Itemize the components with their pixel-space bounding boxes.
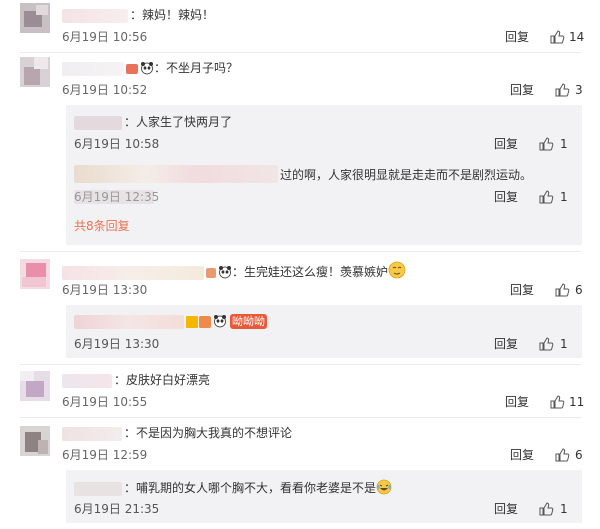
comment-item: ：生完娃还这么瘦！羡慕嫉妒 6月19日 13:30 回复 6 呦呦呦 6月19日…	[0, 252, 600, 364]
reply-text: 过的啊，人家很明显就是走走而不是剧烈运动。	[280, 168, 533, 182]
like-count: 3	[575, 83, 583, 97]
username-redacted[interactable]	[74, 115, 122, 130]
like-count: 1	[560, 137, 568, 151]
envy-emoji-icon	[388, 261, 406, 279]
reply-text-line: ：哺乳期的女人哪个胸不大，看看你老婆是不是	[74, 479, 392, 496]
comment-text-line: ：不坐月子吗？	[62, 60, 238, 76]
comment-item: ：皮肤好白好漂亮 6月19日 10:55 回复 11	[0, 365, 600, 417]
thumbs-up-icon[interactable]	[554, 282, 570, 298]
panda-emoji-icon	[214, 315, 226, 328]
like-count: 1	[560, 190, 568, 204]
thumbs-up-icon[interactable]	[538, 136, 554, 152]
thumbs-up-icon[interactable]	[549, 29, 565, 45]
like-count: 11	[569, 395, 585, 409]
vip-badge-icon	[199, 315, 211, 328]
avatar[interactable]	[20, 3, 50, 33]
reply-button[interactable]: 回复	[494, 189, 518, 205]
comment-text: ：不坐月子吗？	[154, 61, 239, 75]
username-redacted[interactable]	[62, 426, 122, 441]
username-redacted[interactable]	[62, 265, 204, 280]
comment-text: ：生完娃还这么瘦！羡慕嫉妒	[232, 265, 389, 279]
comment-text: ：皮肤好白好漂亮	[114, 373, 211, 387]
comment-time: 6月19日 10:55	[62, 395, 148, 409]
reply-text-line: 呦呦呦	[74, 313, 267, 329]
comment-item: ：辣妈！辣妈！ 6月19日 10:56 回复 14	[0, 0, 600, 52]
reply-button[interactable]: 回复	[505, 394, 529, 410]
vip-badge-icon	[126, 63, 138, 74]
comment-text: ：辣妈！辣妈！	[130, 8, 215, 22]
comment-text-line: ：皮肤好白好漂亮	[62, 372, 210, 388]
replies-panel: 呦呦呦 6月19日 13:30 回复 1	[66, 305, 582, 358]
comment-text: ：不是因为胸大我真的不想评论	[124, 426, 293, 440]
reply-button[interactable]: 回复	[510, 282, 534, 298]
reply-text: ：哺乳期的女人哪个胸不大，看看你老婆是不是	[124, 481, 377, 495]
username-redacted[interactable]	[62, 8, 128, 23]
comment-text-line: ：辣妈！辣妈！	[62, 7, 214, 23]
reply-time: 6月19日 12:35	[74, 190, 160, 204]
thumbs-up-icon[interactable]	[554, 82, 570, 98]
sticker-label: 呦呦呦	[230, 314, 267, 329]
avatar[interactable]	[20, 371, 50, 401]
reply-text: ：人家生了快两月了	[124, 115, 233, 129]
comment-text-line: ：不是因为胸大我真的不想评论	[62, 425, 292, 441]
more-replies-link[interactable]: 共8条回复	[74, 218, 130, 234]
comment-item: ：不是因为胸大我真的不想评论 6月19日 12:59 回复 6 ：哺乳期的女人哪…	[0, 418, 600, 529]
reply-button[interactable]: 回复	[505, 29, 529, 45]
replies-panel: ：人家生了快两月了 6月19日 10:58 回复 1 过的啊，人家很明显就是走走…	[66, 105, 582, 245]
laugh-cry-emoji-icon	[376, 479, 392, 495]
avatar[interactable]	[20, 57, 50, 87]
thumbs-up-icon[interactable]	[549, 394, 565, 410]
reply-button[interactable]: 回复	[510, 82, 534, 98]
comment-text-line: ：生完娃还这么瘦！羡慕嫉妒	[62, 261, 406, 280]
avatar[interactable]	[20, 259, 50, 289]
vip-badge-icon	[206, 267, 216, 278]
thumbs-up-icon[interactable]	[538, 189, 554, 205]
like-count: 6	[575, 283, 583, 297]
like-count: 6	[575, 448, 583, 462]
panda-emoji-icon	[141, 62, 153, 75]
reply-button[interactable]: 回复	[510, 447, 534, 463]
username-redacted[interactable]	[74, 481, 122, 496]
vip-badge-icon	[186, 315, 198, 328]
like-count: 14	[569, 30, 585, 44]
reply-button[interactable]: 回复	[494, 501, 518, 517]
replies-panel: ：哺乳期的女人哪个胸不大，看看你老婆是不是 6月19日 21:35 回复 1	[66, 470, 582, 523]
comment-time: 6月19日 12:59	[62, 448, 148, 462]
username-redacted[interactable]	[62, 61, 124, 76]
avatar[interactable]	[20, 426, 50, 456]
reply-button[interactable]: 回复	[494, 336, 518, 352]
comment-time: 6月19日 10:56	[62, 30, 148, 44]
reply-text-line: ：人家生了快两月了	[74, 114, 232, 130]
comment-item: ：不坐月子吗？ 6月19日 10:52 回复 3 ：人家生了快两月了 6月19日…	[0, 53, 600, 251]
like-count: 1	[560, 337, 568, 351]
comment-time: 6月19日 13:30	[62, 283, 148, 297]
reply-button[interactable]: 回复	[494, 136, 518, 152]
thumbs-up-icon[interactable]	[554, 447, 570, 463]
comment-list: ：辣妈！辣妈！ 6月19日 10:56 回复 14 ：不坐月子吗？ 6月19日 …	[0, 0, 600, 529]
comment-time: 6月19日 10:52	[62, 83, 148, 97]
panda-emoji-icon	[219, 266, 231, 279]
username-redacted[interactable]	[62, 373, 112, 388]
reply-time: 6月19日 21:35	[74, 502, 160, 516]
redacted-text	[74, 165, 278, 183]
username-redacted[interactable]	[74, 314, 184, 329]
thumbs-up-icon[interactable]	[538, 501, 554, 517]
reply-time: 6月19日 10:58	[74, 137, 160, 151]
thumbs-up-icon[interactable]	[538, 336, 554, 352]
like-count: 1	[560, 502, 568, 516]
reply-time: 6月19日 13:30	[74, 337, 160, 351]
